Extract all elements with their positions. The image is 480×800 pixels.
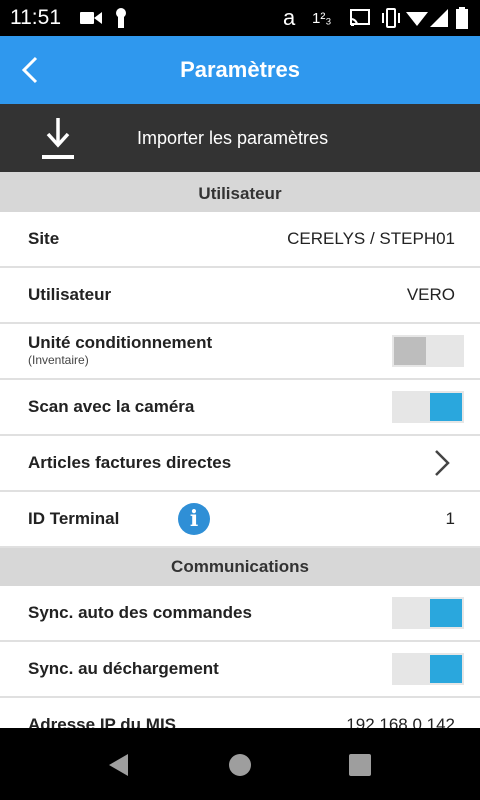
unite-label-group: Unité conditionnement (Inventaire) — [28, 333, 212, 387]
cast-icon — [350, 7, 370, 29]
row-utilisateur[interactable]: Utilisateur VERO — [0, 268, 480, 325]
toggle-knob — [430, 393, 462, 421]
a-notification-icon: a — [283, 5, 296, 30]
articles-label: Articles factures directes — [28, 453, 232, 472]
terminal-value: 1 — [445, 509, 455, 528]
section-header-communications: Communications — [0, 548, 480, 586]
site-label: Site — [28, 229, 60, 248]
back-arrow-icon — [21, 56, 38, 84]
video-icon — [80, 7, 102, 29]
battery-icon — [456, 7, 468, 29]
utilisateur-label: Utilisateur — [28, 285, 112, 304]
utilisateur-value: VERO — [406, 285, 455, 304]
row-site[interactable]: Site CERELYS / STEPH01 — [0, 212, 480, 269]
nav-home-icon[interactable] — [227, 752, 253, 778]
unite-label: Unité conditionnement — [28, 333, 213, 352]
row-id-terminal: ID Terminal i 1 — [0, 492, 480, 549]
app-bar: Paramètres — [0, 36, 480, 104]
row-sync-dechargement: Sync. au déchargement — [0, 642, 480, 699]
import-settings-label: Importer les paramètres — [137, 128, 329, 148]
nav-recents-icon[interactable] — [347, 752, 373, 778]
unite-sublabel: (Inventaire) — [28, 353, 89, 367]
page-title: Paramètres — [180, 57, 300, 82]
vibrate-icon — [380, 7, 402, 29]
sync-dech-label: Sync. au déchargement — [28, 659, 219, 678]
chevron-right-icon[interactable] — [432, 449, 452, 477]
row-articles-factures[interactable]: Articles factures directes — [0, 436, 480, 493]
status-bar: 11:51 a 1²₃ — [0, 0, 480, 36]
unite-toggle[interactable] — [392, 335, 464, 367]
key-icon — [114, 7, 128, 29]
scan-label: Scan avec la caméra — [28, 397, 195, 416]
site-value: CERELYS / STEPH01 — [287, 229, 455, 248]
navigation-bar — [0, 728, 480, 800]
nav-back-icon[interactable] — [106, 752, 132, 778]
import-settings-button[interactable]: Importer les paramètres — [0, 104, 480, 172]
download-icon — [42, 118, 74, 159]
info-icon[interactable]: i — [178, 503, 210, 535]
terminal-label: ID Terminal — [28, 509, 120, 528]
row-sync-auto: Sync. auto des commandes — [0, 586, 480, 643]
toggle-knob — [394, 337, 426, 365]
row-unite-conditionnement: Unité conditionnement (Inventaire) — [0, 324, 480, 381]
signal-icon — [430, 7, 448, 29]
back-button[interactable] — [8, 46, 52, 94]
sync-auto-toggle[interactable] — [392, 597, 464, 629]
toggle-knob — [430, 599, 462, 627]
scan-toggle[interactable] — [392, 391, 464, 423]
wifi-icon — [406, 7, 428, 29]
sync-dech-toggle[interactable] — [392, 653, 464, 685]
status-time: 11:51 — [10, 6, 61, 29]
row-scan-camera: Scan avec la caméra — [0, 380, 480, 437]
123-notification-icon: 1²₃ — [312, 9, 332, 27]
section-header-utilisateur: Utilisateur — [0, 172, 480, 212]
toggle-knob — [430, 655, 462, 683]
sync-auto-label: Sync. auto des commandes — [28, 603, 252, 622]
